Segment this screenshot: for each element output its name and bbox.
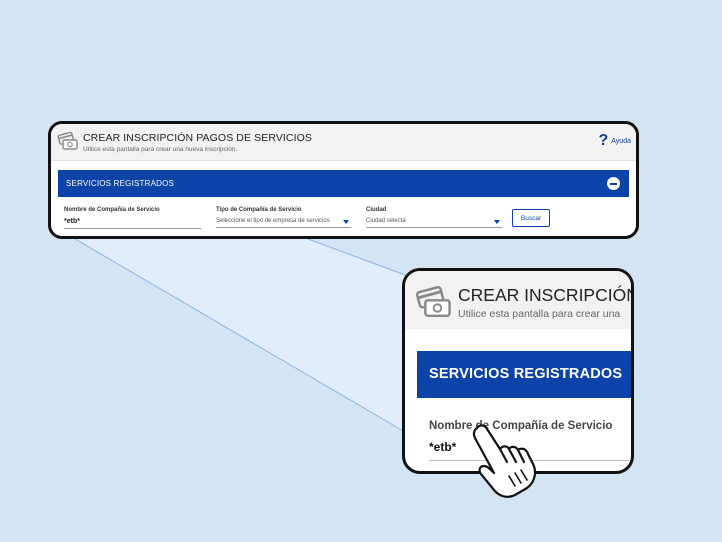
city-field[interactable]: Ciudad Ciudad selecta <box>366 207 502 228</box>
page-subtitle: Utilice esta pantalla para crear una nue… <box>83 146 238 153</box>
company-type-field[interactable]: Tipo de Compañía de Servicio Seleccione … <box>216 207 351 228</box>
company-type-value: Seleccione el tipo de empresa de servici… <box>216 218 330 224</box>
zoom-section-header-bar: SERVICIOS REGISTRADOS <box>417 351 631 398</box>
dropdown-caret-icon <box>343 220 349 224</box>
help-link[interactable]: ? Ayuda <box>598 133 631 149</box>
pointing-hand-cursor-icon <box>472 424 537 498</box>
zoom-page-subtitle: Utilice esta pantalla para crear una <box>458 308 621 320</box>
zoom-page-title: CREAR INSCRIPCIÓN <box>458 285 634 305</box>
page-title: CREAR INSCRIPCIÓN PAGOS DE SERVICIOS <box>83 132 313 144</box>
city-select[interactable]: Ciudad selecta <box>366 218 502 228</box>
panel-header: CREAR INSCRIPCIÓN PAGOS DE SERVICIOS Uti… <box>51 124 636 161</box>
help-label: Ayuda <box>611 137 631 145</box>
city-value: Ciudad selecta <box>366 218 406 224</box>
company-name-field[interactable]: Nombre de Compañía de Servicio *etb* <box>64 207 201 229</box>
search-button[interactable]: Buscar <box>512 209 550 227</box>
section-header-bar[interactable]: SERVICIOS REGISTRADOS <box>58 170 629 197</box>
payment-cards-icon <box>415 284 453 325</box>
zoom-header: CREAR INSCRIPCIÓN Utilice esta pantalla … <box>405 271 631 329</box>
collapse-minus-icon[interactable] <box>607 177 620 190</box>
payment-cards-icon <box>57 131 79 156</box>
section-title: SERVICIOS REGISTRADOS <box>66 179 175 188</box>
help-question-icon: ? <box>598 132 609 149</box>
company-type-label: Tipo de Compañía de Servicio <box>216 207 302 213</box>
company-name-label: Nombre de Compañía de Servicio <box>64 207 160 213</box>
inscription-panel: CREAR INSCRIPCIÓN PAGOS DE SERVICIOS Uti… <box>48 121 639 239</box>
company-name-input[interactable]: *etb* <box>64 218 201 229</box>
dropdown-caret-icon <box>494 220 500 224</box>
zoom-section-title: SERVICIOS REGISTRADOS <box>429 366 623 382</box>
company-type-select[interactable]: Seleccione el tipo de empresa de servici… <box>216 218 351 228</box>
city-label: Ciudad <box>366 207 387 213</box>
